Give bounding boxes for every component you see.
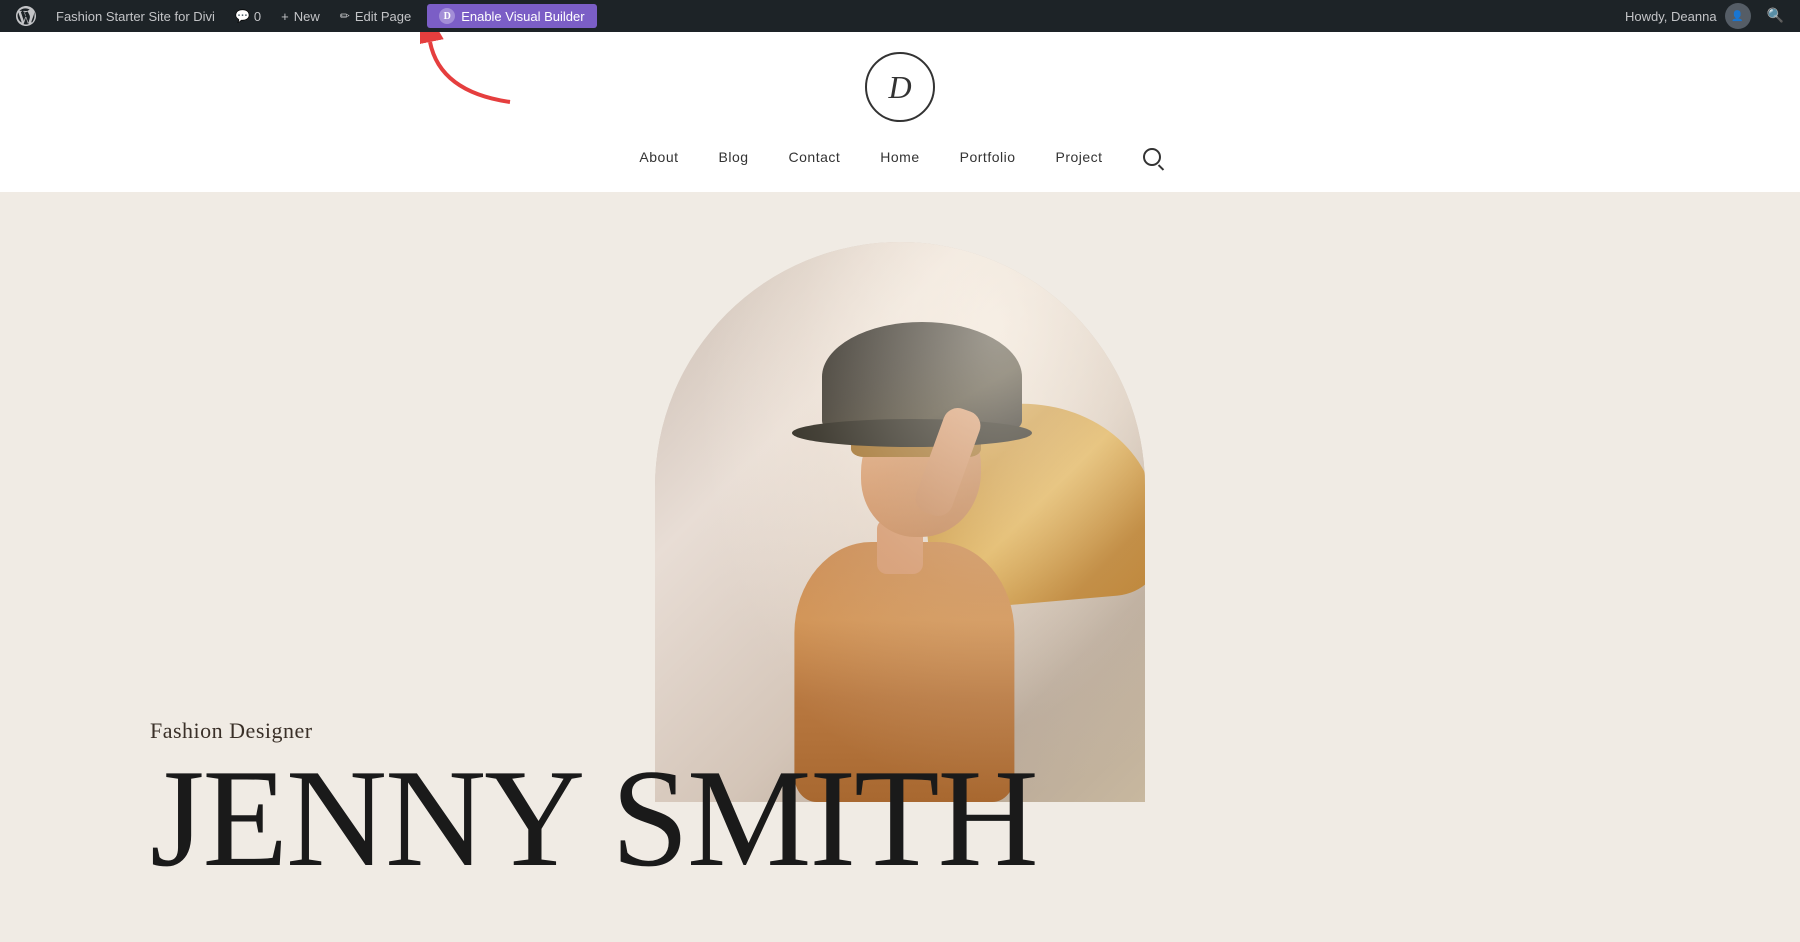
logo-letter: D [888,69,911,106]
pencil-icon: ✏ [340,9,350,23]
new-content-link[interactable]: + New [273,0,328,32]
nav-item-about[interactable]: About [639,149,678,165]
site-logo[interactable]: D [865,52,935,122]
new-label: New [294,9,320,24]
edit-page-link[interactable]: ✏ Edit Page [332,0,419,32]
user-avatar[interactable]: 👤 [1725,3,1751,29]
nav-item-contact[interactable]: Contact [789,149,841,165]
site-header: D About Blog Contact Home Portfolio Proj… [0,32,1800,192]
comment-icon: 💬 [235,9,250,23]
admin-bar-right: Howdy, Deanna 👤 🔍 [1625,3,1792,29]
site-navigation: About Blog Contact Home Portfolio Projec… [639,138,1160,182]
comments-link[interactable]: 💬 0 [227,0,269,32]
admin-search-icon[interactable]: 🔍 [1759,8,1792,25]
site-name-link[interactable]: Fashion Starter Site for Divi [48,0,223,32]
divi-logo-icon: D [439,8,455,24]
nav-item-blog[interactable]: Blog [719,149,749,165]
wordpress-logo[interactable] [8,0,44,32]
nav-item-project[interactable]: Project [1056,149,1103,165]
edit-label: Edit Page [355,9,411,24]
plus-icon: + [281,9,289,24]
comment-count: 0 [254,9,261,24]
howdy-text: Howdy, Deanna [1625,9,1717,24]
enable-builder-label: Enable Visual Builder [461,9,584,24]
nav-item-home[interactable]: Home [880,149,919,165]
nav-search-icon[interactable] [1143,148,1161,166]
hero-title: JENNY SMITH [150,756,1037,882]
hero-text-content: Fashion Designer JENNY SMITH [150,718,1037,882]
admin-bar: Fashion Starter Site for Divi 💬 0 + New … [0,0,1800,32]
enable-visual-builder-button[interactable]: D Enable Visual Builder [427,4,596,28]
site-name-text: Fashion Starter Site for Divi [56,9,215,24]
nav-item-portfolio[interactable]: Portfolio [960,149,1016,165]
hero-section: Fashion Designer JENNY SMITH [0,192,1800,942]
